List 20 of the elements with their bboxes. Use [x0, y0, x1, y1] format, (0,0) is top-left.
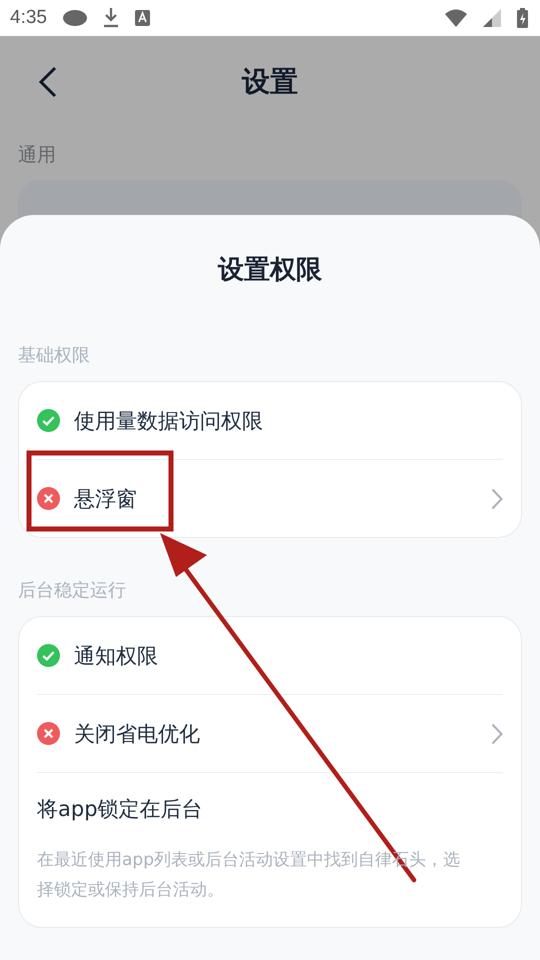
font-icon [134, 10, 150, 26]
signal-icon [483, 9, 501, 27]
download-icon [102, 8, 119, 28]
battery-icon [517, 8, 528, 28]
permission-label: 将app锁定在后台 [37, 796, 203, 823]
permission-label[interactable]: 通知权限 [74, 642, 503, 670]
chevron-right-icon[interactable] [491, 722, 503, 744]
permission-label[interactable]: 使用量数据访问权限 [74, 406, 503, 434]
page-title: 设置 [242, 64, 298, 100]
status-time: 4:35 [10, 7, 47, 29]
permission-label[interactable]: 关闭省电优化 [74, 720, 477, 748]
wifi-icon [445, 9, 467, 27]
chevron-right-icon[interactable] [491, 488, 503, 510]
sheet-title: 设置权限 [218, 254, 322, 287]
back-icon[interactable] [38, 66, 58, 98]
section-label: 后台稳定运行 [18, 579, 127, 602]
section-label: 通用 [18, 143, 57, 168]
cloud-icon [62, 10, 87, 26]
permission-label[interactable]: 悬浮窗 [74, 484, 477, 512]
section-label: 基础权限 [18, 344, 91, 367]
